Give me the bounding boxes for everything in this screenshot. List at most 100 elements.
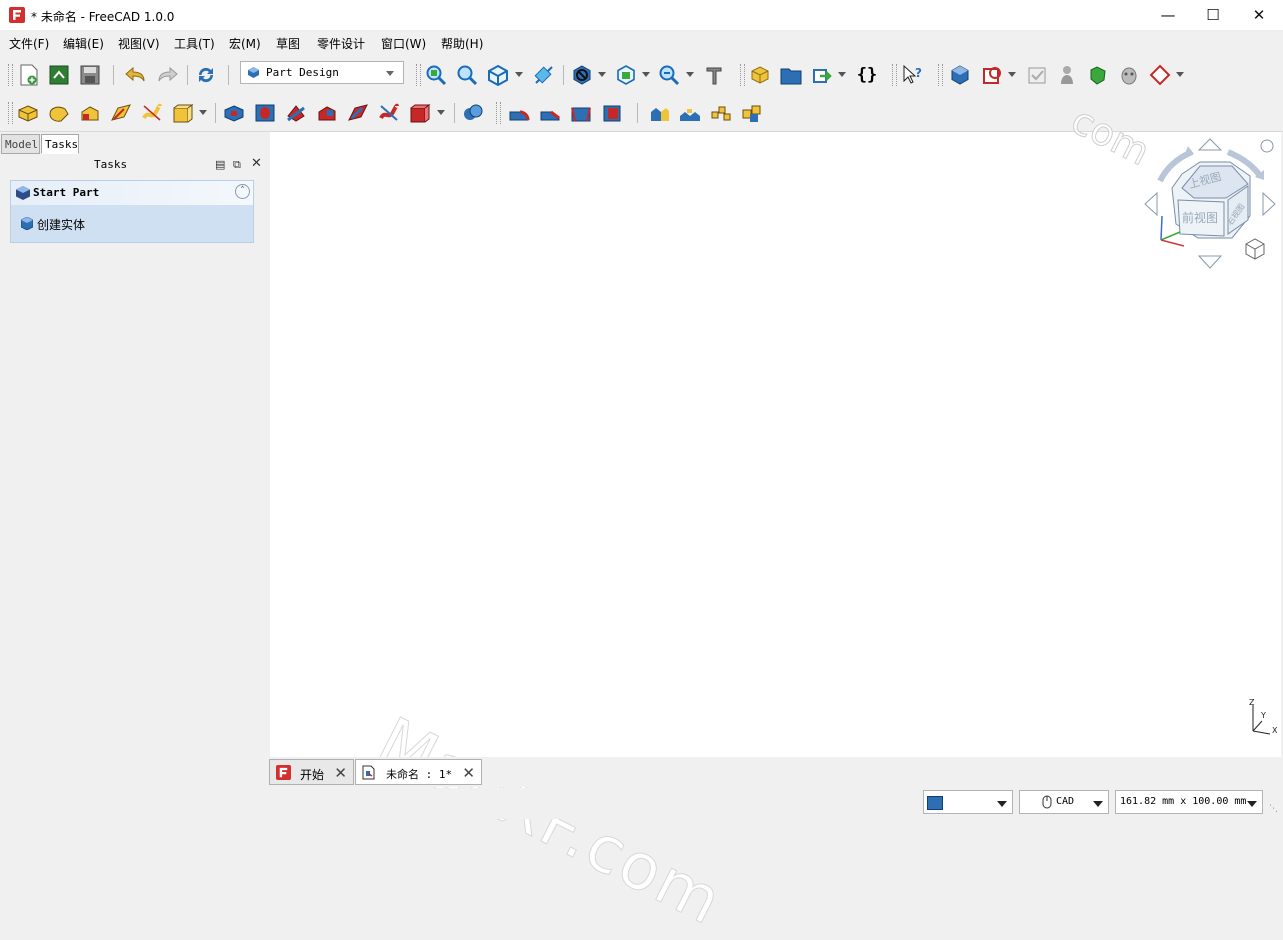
dimension-display[interactable]: 161.82 mm x 100.00 mm [1115,790,1263,814]
refresh-icon[interactable] [194,63,218,87]
fit-selection-icon[interactable] [455,63,479,87]
shape-binder-icon[interactable] [1086,63,1110,87]
create-part-icon[interactable] [748,63,772,87]
chevron-down-icon[interactable] [199,110,207,115]
pad-icon[interactable] [16,101,40,125]
body-icon[interactable] [948,63,972,87]
menu-part-design[interactable]: 零件设计 [317,35,365,52]
close-icon[interactable]: ✕ [462,764,475,782]
menu-file[interactable]: 文件(F) [9,35,49,52]
close-window-button[interactable]: ✕ [1236,0,1282,30]
color-selector[interactable] [923,790,1013,814]
create-group-icon[interactable] [779,63,803,87]
save-icon[interactable] [78,63,102,87]
taskbox-header[interactable]: Start Part ˄ [11,181,253,205]
redo-icon[interactable] [155,63,179,87]
chevron-down-icon[interactable] [1008,72,1016,77]
chevron-down-icon[interactable] [437,110,445,115]
maximize-button[interactable]: ☐ [1190,0,1236,30]
subtractive-helix-icon[interactable] [377,101,401,125]
boolean-icon[interactable] [461,101,485,125]
linear-pattern-icon[interactable] [678,101,702,125]
revolution-icon[interactable] [47,101,71,125]
subtractive-primitive-icon[interactable] [408,101,432,125]
subtractive-loft-icon[interactable] [315,101,339,125]
toolbar-grip[interactable] [496,102,501,124]
fit-all-icon[interactable] [424,63,448,87]
open-icon[interactable] [47,63,71,87]
sketch-icon[interactable] [980,63,1004,87]
draw-style-icon[interactable] [570,63,594,87]
workbench-selector[interactable]: Part Design [240,61,404,84]
undo-icon[interactable] [124,63,148,87]
subtractive-pipe-icon[interactable] [346,101,370,125]
resize-grip-icon[interactable]: ⋱ [1269,804,1278,814]
menu-window[interactable]: 窗口(W) [381,35,426,52]
mirrored-icon[interactable] [647,101,671,125]
groove-icon[interactable] [284,101,308,125]
arrow-left-icon[interactable] [1144,191,1158,217]
tab-document[interactable]: 未命名 : 1* ✕ [355,759,482,785]
datum-icon[interactable] [1148,63,1172,87]
attach-icon[interactable] [1055,63,1079,87]
measure-tool-icon[interactable] [702,63,726,87]
zoom-icon[interactable] [657,63,681,87]
pocket-icon[interactable] [222,101,246,125]
hole-icon[interactable] [253,101,277,125]
fillet-icon[interactable] [507,101,531,125]
chamfer-icon[interactable] [538,101,562,125]
tab-start-page[interactable]: 开始 ✕ [269,759,354,785]
navigation-cube[interactable]: 上视图 前视图 右视图 [1140,136,1280,271]
multi-transform-icon[interactable] [740,101,764,125]
draft-icon[interactable] [569,101,593,125]
whats-this-icon[interactable]: ? [901,63,925,87]
view-menu-icon[interactable] [1260,139,1274,153]
panel-float-icon[interactable]: ⧉ [233,158,241,172]
additive-helix-icon[interactable] [140,101,164,125]
additive-pipe-icon[interactable] [109,101,133,125]
collapse-icon[interactable]: ˄ [235,184,250,199]
chevron-down-icon[interactable] [838,72,846,77]
chevron-down-icon[interactable] [686,72,694,77]
menu-help[interactable]: 帮助(H) [441,35,483,52]
isometric-view-icon[interactable] [486,63,510,87]
chevron-down-icon[interactable] [1176,72,1184,77]
toolbar-grip[interactable] [892,64,897,86]
check-geometry-icon[interactable] [1025,63,1049,87]
minimize-button[interactable]: — [1145,0,1191,30]
thickness-icon[interactable] [600,101,624,125]
toolbar-grip[interactable] [8,102,13,124]
additive-loft-icon[interactable] [78,101,102,125]
chevron-down-icon[interactable] [598,72,606,77]
panel-minimize-icon[interactable]: ▤ [215,158,225,171]
navigation-style-selector[interactable]: CAD [1019,790,1109,814]
toolbar-grip[interactable] [938,64,943,86]
panel-close-icon[interactable]: ✕ [251,156,262,171]
menu-macro[interactable]: 宏(M) [229,35,261,52]
toolbar-grip[interactable] [416,64,421,86]
menu-tools[interactable]: 工具(T) [174,35,215,52]
menu-sketch[interactable]: 草图 [276,35,300,52]
chevron-down-icon[interactable] [642,72,650,77]
arrow-up-icon[interactable] [1197,138,1223,151]
bounding-box-icon[interactable] [614,63,638,87]
menu-view[interactable]: 视图(V) [118,35,160,52]
close-icon[interactable]: ✕ [334,764,347,782]
toolbar-grip[interactable] [740,64,745,86]
3d-viewport[interactable]: MacXF.com com [270,97,1281,940]
measure-icon[interactable] [532,63,556,87]
new-document-icon[interactable] [17,63,41,87]
polar-pattern-icon[interactable] [709,101,733,125]
arrow-down-icon[interactable] [1197,255,1223,269]
menu-edit[interactable]: 编辑(E) [63,35,104,52]
chevron-down-icon[interactable] [515,72,523,77]
tab-tasks[interactable]: Tasks [41,134,79,154]
variable-set-icon[interactable]: {} [855,63,879,87]
sub-shape-binder-icon[interactable] [1117,63,1141,87]
toolbar-grip[interactable] [8,64,13,86]
tab-model[interactable]: Model [1,134,40,154]
arrow-right-icon[interactable] [1262,191,1276,217]
additive-primitive-icon[interactable] [171,101,195,125]
link-icon[interactable] [810,63,834,87]
mini-cube-icon[interactable] [1245,238,1265,260]
